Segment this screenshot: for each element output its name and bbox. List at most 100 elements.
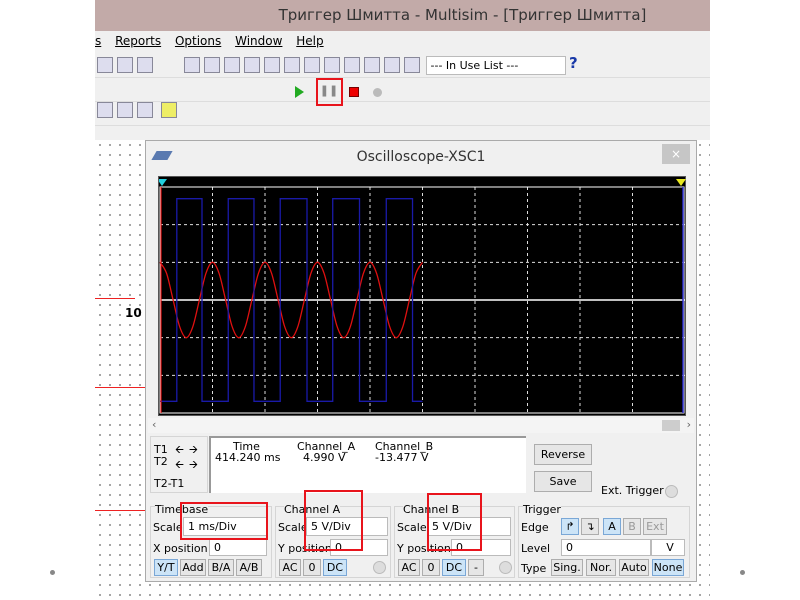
zoom-icon[interactable]: [97, 57, 113, 73]
trigger-normal-button[interactable]: Nor.: [586, 559, 616, 576]
highlight-channel-a-scale: [304, 490, 363, 551]
trigger-level-label: Level: [521, 542, 551, 555]
readout-channel-b: -13.477 V: [375, 451, 429, 464]
component-wizard-icon[interactable]: [244, 57, 260, 73]
list-icon[interactable]: [304, 57, 320, 73]
menu-options[interactable]: Options: [175, 34, 221, 48]
rising-edge-button[interactable]: ↱: [561, 518, 579, 535]
menu-bar: s Reports Options Window Help: [95, 31, 710, 51]
trigger-edge-label: Edge: [521, 521, 549, 534]
readout-panel: Time Channel_A Channel_B 414.240 ms 4.99…: [209, 436, 526, 493]
graph-icon[interactable]: [97, 102, 113, 118]
menu-reports[interactable]: Reports: [115, 34, 161, 48]
channel-a-color-radio[interactable]: [373, 561, 386, 574]
trigger-auto-button[interactable]: Auto: [619, 559, 649, 576]
x-position-input[interactable]: 0: [209, 539, 267, 556]
channel-a-dc-button[interactable]: DC: [323, 559, 347, 576]
wire: [95, 510, 145, 511]
toolbar-simulation: ❚❚: [95, 78, 710, 106]
t2-t1-label: T2-T1: [154, 477, 185, 490]
readout-time: 414.240 ms: [215, 451, 281, 464]
channel-b-dc-button[interactable]: DC: [442, 559, 466, 576]
trigger-source-a-button[interactable]: A: [603, 518, 621, 535]
timebase-scale-label: Scale: [153, 521, 183, 534]
erc-icon[interactable]: [324, 57, 340, 73]
highlight-channel-b-scale: [427, 493, 482, 551]
save-button[interactable]: Save: [534, 471, 592, 492]
t2-label: T2: [154, 455, 168, 468]
toolbars: --- In Use List --- ? ❚❚: [95, 54, 710, 126]
reverse-button[interactable]: Reverse: [534, 444, 592, 465]
channel-b-ac-button[interactable]: AC: [398, 559, 420, 576]
trigger-level-unit[interactable]: V: [651, 539, 685, 556]
graph-icon[interactable]: [117, 102, 133, 118]
menu-simulate[interactable]: s: [95, 34, 101, 48]
design-toolbox-icon[interactable]: [184, 57, 200, 73]
channel-a-zero-button[interactable]: 0: [303, 559, 321, 576]
close-button[interactable]: ×: [662, 144, 690, 164]
trigger-title: Trigger: [523, 503, 561, 516]
readout-channel-a: 4.990 V: [303, 451, 346, 464]
t2-right-arrow-icon[interactable]: 🡪: [189, 456, 198, 475]
select-icon[interactable]: [344, 57, 360, 73]
grapher-icon[interactable]: [284, 57, 300, 73]
scroll-thumb[interactable]: [662, 420, 680, 431]
database-icon[interactable]: [224, 57, 240, 73]
mode-ba-button[interactable]: B/A: [208, 559, 234, 576]
highlight-timebase-scale: [180, 502, 268, 540]
back-annotate-icon[interactable]: [384, 57, 400, 73]
horizontal-scrollbar[interactable]: ‹ ›: [148, 418, 694, 433]
toolbar-main: --- In Use List --- ?: [95, 54, 710, 78]
trigger-none-button[interactable]: None: [652, 559, 684, 576]
mode-add-button[interactable]: Add: [180, 559, 206, 576]
trigger-type-label: Type: [521, 562, 547, 575]
in-use-list-dropdown[interactable]: --- In Use List ---: [425, 55, 566, 75]
x-position-label: X position: [153, 542, 208, 555]
trigger-level-input[interactable]: 0: [561, 539, 651, 556]
trigger-group: Trigger Edge ↱ ↴ A B Ext Level 0 V Type …: [518, 503, 690, 578]
channel-b-invert-button[interactable]: -: [468, 559, 484, 576]
scope-title: Oscilloscope-XSC1: [356, 149, 486, 165]
cursor-t1-handle: [157, 179, 167, 186]
spreadsheet-icon[interactable]: [204, 57, 220, 73]
channel-b-color-radio[interactable]: [499, 561, 512, 574]
menu-window[interactable]: Window: [235, 34, 282, 48]
mode-yt-button[interactable]: Y/T: [154, 559, 178, 576]
cursor-controls: T1 🡨 🡪 T2 🡨 🡪 T2-T1: [150, 436, 208, 493]
mode-ab-button[interactable]: A/B: [236, 559, 262, 576]
toolbar-graphics: [95, 102, 710, 126]
trigger-single-button[interactable]: Sing.: [551, 559, 583, 576]
channel-b-scale-label: Scale: [397, 521, 427, 534]
ext-trigger-radio[interactable]: [665, 485, 678, 498]
scroll-left-icon[interactable]: ‹: [152, 418, 156, 431]
postprocessor-icon[interactable]: [264, 57, 280, 73]
zoom-area-icon[interactable]: [117, 57, 133, 73]
trigger-source-b-button[interactable]: B: [623, 518, 641, 535]
zoom-fit-icon[interactable]: [137, 57, 153, 73]
forward-annotate-icon[interactable]: [404, 57, 420, 73]
help-icon[interactable]: ?: [569, 54, 578, 72]
transfer-icon[interactable]: [364, 57, 380, 73]
component-label: 10: [125, 306, 142, 320]
pause-icon[interactable]: ❚❚: [315, 78, 343, 106]
trigger-source-ext-button[interactable]: Ext: [643, 518, 667, 535]
window-title: Триггер Шмитта - Multisim - [Триггер Шми…: [95, 0, 710, 31]
scroll-right-icon[interactable]: ›: [687, 418, 691, 431]
ext-trigger-label: Ext. Trigger: [601, 484, 664, 497]
run-icon[interactable]: [295, 86, 304, 98]
scope-display[interactable]: [157, 176, 686, 416]
t2-left-arrow-icon[interactable]: 🡨: [175, 456, 184, 475]
scope-plot: [157, 179, 686, 414]
wire: [95, 298, 135, 299]
graph-icon[interactable]: [137, 102, 153, 118]
falling-edge-button[interactable]: ↴: [581, 518, 599, 535]
probe-icon[interactable]: [160, 102, 177, 118]
bullet: [740, 570, 745, 575]
channel-a-ac-button[interactable]: AC: [279, 559, 301, 576]
menu-help[interactable]: Help: [296, 34, 323, 48]
cursor-t2-handle: [676, 179, 686, 186]
channel-b-zero-button[interactable]: 0: [422, 559, 440, 576]
stop-icon[interactable]: [349, 87, 359, 97]
breakpoint-icon[interactable]: [372, 87, 382, 97]
wire: [95, 387, 145, 388]
